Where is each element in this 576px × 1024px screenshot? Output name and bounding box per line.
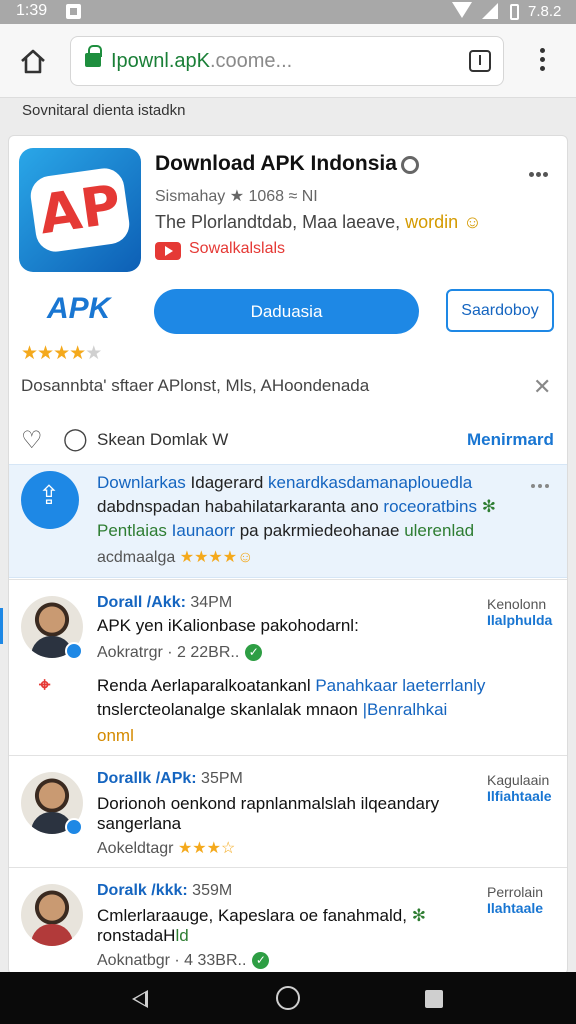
comment-side: Perrolain Ilahtaale [487,884,544,916]
download-button[interactable]: Daduasia [154,289,419,334]
signal-icon [482,3,498,19]
star-icon: ★ [37,343,54,364]
battery-text: 7.8.2 [528,3,562,20]
url-field[interactable]: Ipownl.apK.coome... [70,36,504,86]
apk-logo: APK [47,292,111,325]
app-card: AP Download APK Indonsia Sismahay ★ 1068… [8,135,568,975]
check-icon: ✓ [252,952,270,970]
app-logo-letters: AP [28,165,132,255]
action-label: Skean Domlak W [97,430,229,449]
highlight-line-3: Pentlaias Iaunaorr pa pakrmiedeohanae ul… [97,521,475,540]
comment-author[interactable]: Dorallk /APk: 35PM [97,770,243,788]
info-line: Dosannbta' sftaer APlonst, Mls, AHoonden… [21,376,370,395]
back-icon[interactable] [132,990,148,1008]
notification-icon [66,4,81,19]
comment-side-link[interactable]: Ilalphulda [487,612,552,628]
app-icon[interactable]: AP [19,148,141,272]
comment-side: Kenolonn Ilalphulda [487,596,553,628]
comment-side-link[interactable]: Ilahtaale [487,900,543,916]
highlight-line-1: Downlarkas Idagerard kenardkasdamanaplou… [97,473,473,492]
star-icon: ★ [69,343,86,364]
rating-stars: ★★★★★ [21,342,102,365]
wifi-icon [452,2,472,18]
status-time: 1:39 [16,2,48,19]
reply-line-1: Renda Aerlaparalkoatankanl Panahkaar lae… [97,676,486,695]
app-meta: Sismahay ★ 1068 ≈ NI [155,188,318,205]
verified-badge-icon [65,642,83,660]
youtube-icon [155,242,181,260]
more-options-icon[interactable] [531,475,557,488]
overflow-menu-icon[interactable] [540,48,546,76]
comment-author[interactable]: Dorall /Akk: 34PM [97,594,232,612]
comment-text-line-1: Dorionoh oenkond rapnlanmalslah ilqeanda… [97,794,440,813]
star-icon: ★ [21,343,38,364]
close-icon[interactable]: ✕ [533,374,551,400]
highlight-tags: acdmaalga ★★★★☺ [97,549,254,566]
highlight-post[interactable]: Downlarkas Idagerard kenardkasdamanaplou… [9,464,567,578]
verified-badge-icon [65,818,83,836]
action-link[interactable]: Menirmard [467,430,554,450]
breadcrumb: Sovnitaral dienta istadkn [22,102,186,119]
comment-author[interactable]: Doralk /kkk: 359M [97,882,232,900]
highlight-line-2: dabdnspadan habahilatarkaranta ano roceo… [97,497,496,516]
comment-meta: Aokeldtagr ★★★☆ [97,840,236,857]
edge-indicator [0,608,3,644]
comment-item[interactable]: Dorall /Akk: 34PM APK yen iKalionbase pa… [9,579,567,755]
browser-toolbar: Ipownl.apK.coome... [0,24,576,98]
reply-icon[interactable]: ⌖ [39,674,50,697]
settings-gear-icon[interactable] [401,156,419,174]
status-bar: 1:39 7.8.2 [0,0,576,24]
avatar[interactable] [21,884,83,946]
reply-line-3: onml [97,726,134,745]
cloud-download-icon [21,471,79,529]
comment-text-line-2: sangerlana [97,814,182,833]
system-nav-bar [0,972,576,1024]
comment-text: APK yen iKalionbase pakohodarnl: [97,616,359,635]
comment-meta: Aoknatbgr · 4 33BR.. ✓ [97,952,270,970]
lock-icon [85,45,102,67]
heart-icon[interactable]: ♡ [21,426,43,455]
more-options-icon[interactable] [529,164,553,177]
secondary-button[interactable]: Saardoboy [446,289,554,332]
check-icon: ✓ [245,644,263,662]
star-icon: ★ [53,343,70,364]
home-icon[interactable] [18,46,48,76]
reply-line-2: tnslercteolanalge skanlalak mnaon |Benra… [97,700,448,719]
comment-side: Kagulaain Ilfiahtaale [487,772,552,804]
comment-meta: Aokratrgr · 2 22BR.. ✓ [97,644,263,662]
tabs-icon[interactable] [469,50,491,72]
comment-text-line-2: ronstadaHld [97,926,189,945]
comment-item[interactable]: Dorallk /APk: 35PM Dorionoh oenkond rapn… [9,755,567,867]
comment-item[interactable]: Doralk /kkk: 359M Cmlerlaraauge, Kapesla… [9,867,567,974]
action-row: ♡ ◯ Skean Domlak W Menirmard [9,418,567,462]
home-circle-icon[interactable] [276,986,300,1010]
app-description: The Plorlandtdab, Maa laeave, wordin ☺ [155,212,482,232]
recent-apps-icon[interactable] [425,990,443,1008]
app-title[interactable]: Download APK Indonsia [155,152,397,176]
url-text: Ipownl.apK.coome... [111,50,293,72]
star-icon: ★ [85,343,102,364]
comment-text-line-1: Cmlerlaraauge, Kapeslara oe fanahmald, ✻ [97,906,426,925]
comment-icon[interactable]: ◯ [63,426,88,452]
channel-link[interactable]: Sowalkalslals [189,240,285,258]
comment-side-link[interactable]: Ilfiahtaale [487,788,552,804]
battery-icon [510,4,519,20]
